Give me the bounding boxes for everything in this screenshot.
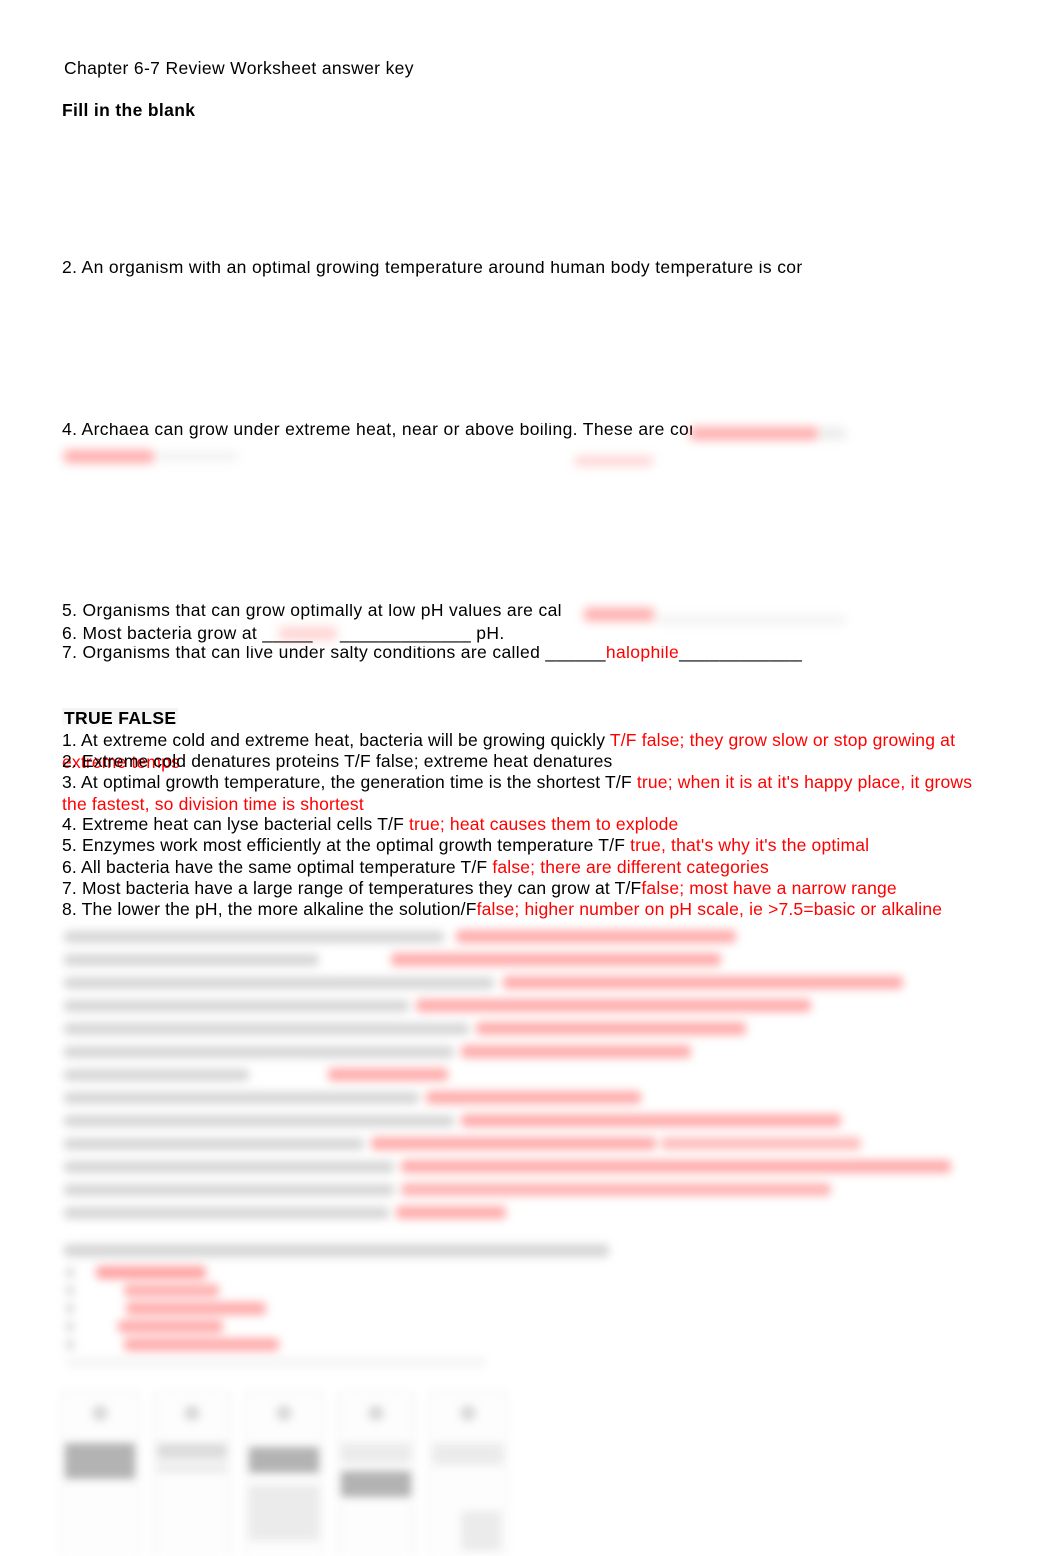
redacted-block-2 bbox=[56, 1240, 676, 1268]
tube-c-label-icon bbox=[276, 1405, 292, 1421]
tube-b-label-icon bbox=[184, 1405, 200, 1421]
test-tube-a bbox=[62, 1392, 138, 1556]
tube-b-band bbox=[157, 1443, 227, 1459]
tube-c-band-2 bbox=[249, 1485, 319, 1541]
fitb-item-4: 4. Archaea can grow under extreme heat, … bbox=[62, 423, 692, 442]
tf-item-5-answer: true, that's why it's the optimal bbox=[630, 835, 870, 855]
section-heading-true-false: TRUE FALSE bbox=[62, 708, 179, 730]
fitb-item-5-redacted-underline bbox=[656, 616, 846, 624]
tf-item-2-question: 2. Extreme cold denatures proteins T/F f… bbox=[62, 751, 613, 771]
document-page: Chapter 6-7 Review Worksheet answer key … bbox=[0, 0, 1062, 1556]
test-tube-e bbox=[430, 1392, 506, 1556]
test-tube-c bbox=[246, 1392, 322, 1556]
fitb-item-4-redacted-tail bbox=[820, 427, 846, 440]
fitb-item-6-text-after: _____________ pH. bbox=[340, 623, 505, 643]
tf-item-7-answer: false; most have a narrow range bbox=[641, 878, 897, 898]
fitb-item-4-text: 4. Archaea can grow under extreme heat, … bbox=[62, 423, 692, 439]
fitb-item-2-text: 2. An organism with an optimal growing t… bbox=[62, 261, 802, 277]
tube-a-label-icon bbox=[92, 1405, 108, 1421]
test-tube-b bbox=[154, 1392, 230, 1556]
redacted-block-1 bbox=[56, 925, 986, 1225]
redacted-block-3 bbox=[56, 1265, 556, 1380]
tf-item-7-question: 7. Most bacteria have a large range of t… bbox=[62, 878, 642, 898]
tube-d-label-icon bbox=[368, 1405, 384, 1421]
fitb-item-4-redacted-answer-2 bbox=[64, 450, 154, 463]
tf-item-6-question: 6. All bacteria have the same optimal te… bbox=[62, 857, 493, 877]
fitb-item-2: 2. An organism with an optimal growing t… bbox=[62, 261, 802, 280]
fitb-item-5-text: 5. Organisms that can grow optimally at … bbox=[62, 604, 562, 620]
fitb-item-5: 5. Organisms that can grow optimally at … bbox=[62, 604, 562, 623]
fitb-item-4-redacted-answer-3 bbox=[575, 456, 653, 466]
tube-a-band bbox=[65, 1443, 135, 1479]
fitb-item-4-redacted-underline bbox=[158, 452, 238, 461]
tf-item-8-answer: false; higher number on pH scale, ie >7.… bbox=[476, 899, 943, 919]
test-tube-d bbox=[338, 1392, 414, 1556]
tf-item-3-question: 3. At optimal growth temperature, the ge… bbox=[62, 772, 637, 792]
tube-e-label-icon bbox=[460, 1405, 476, 1421]
tf-item-4-answer: true; heat causes them to explode bbox=[409, 814, 679, 834]
tf-item-8-question: 8. The lower the pH, the more alkaline t… bbox=[62, 899, 477, 919]
tube-d-band-1 bbox=[341, 1443, 411, 1463]
fitb-item-7: 7. Organisms that can live under salty c… bbox=[62, 646, 802, 665]
tube-d-band-2 bbox=[341, 1471, 411, 1497]
fitb-item-7-text-after: ___________________ bbox=[679, 646, 802, 662]
tube-e-band-2 bbox=[461, 1511, 501, 1551]
tf-item-7: 7. Most bacteria have a large range of t… bbox=[62, 878, 1012, 900]
fitb-item-6-text-before: 6. Most bacteria grow at _____ bbox=[62, 623, 313, 643]
fitb-item-7-line: 7. Organisms that can live under salty c… bbox=[62, 646, 802, 664]
tf-item-5-question: 5. Enzymes work most efficiently at the … bbox=[62, 835, 631, 855]
tf-item-8: 8. The lower the pH, the more alkaline t… bbox=[62, 899, 1012, 921]
tf-item-1-question: 1. At extreme cold and extreme heat, bac… bbox=[62, 730, 610, 750]
tf-item-6-answer: false; there are different categories bbox=[492, 857, 769, 877]
tube-e-band bbox=[433, 1443, 503, 1465]
tf-item-4-question: 4. Extreme heat can lyse bacterial cells… bbox=[62, 814, 409, 834]
fitb-item-4-redacted-answer bbox=[690, 427, 818, 440]
fitb-item-7-answer: halophile bbox=[605, 646, 680, 662]
tube-c-band bbox=[249, 1447, 319, 1473]
section-heading-fill-in-the-blank: Fill in the blank bbox=[62, 100, 196, 120]
tf-item-5: 5. Enzymes work most efficiently at the … bbox=[62, 835, 1012, 857]
fitb-item-7-text-before: 7. Organisms that can live under salty c… bbox=[62, 646, 606, 662]
tf-item-2: 2. Extreme cold denatures proteins T/F f… bbox=[62, 751, 1012, 773]
document-title: Chapter 6-7 Review Worksheet answer key bbox=[64, 58, 414, 78]
test-tube-diagram bbox=[62, 1392, 512, 1556]
tf-item-3: 3. At optimal growth temperature, the ge… bbox=[62, 772, 998, 815]
tf-item-6: 6. All bacteria have the same optimal te… bbox=[62, 857, 1012, 879]
tube-b-band-2 bbox=[157, 1463, 227, 1473]
tf-item-4: 4. Extreme heat can lyse bacterial cells… bbox=[62, 814, 1012, 836]
fitb-item-5-redacted-answer bbox=[584, 608, 654, 621]
